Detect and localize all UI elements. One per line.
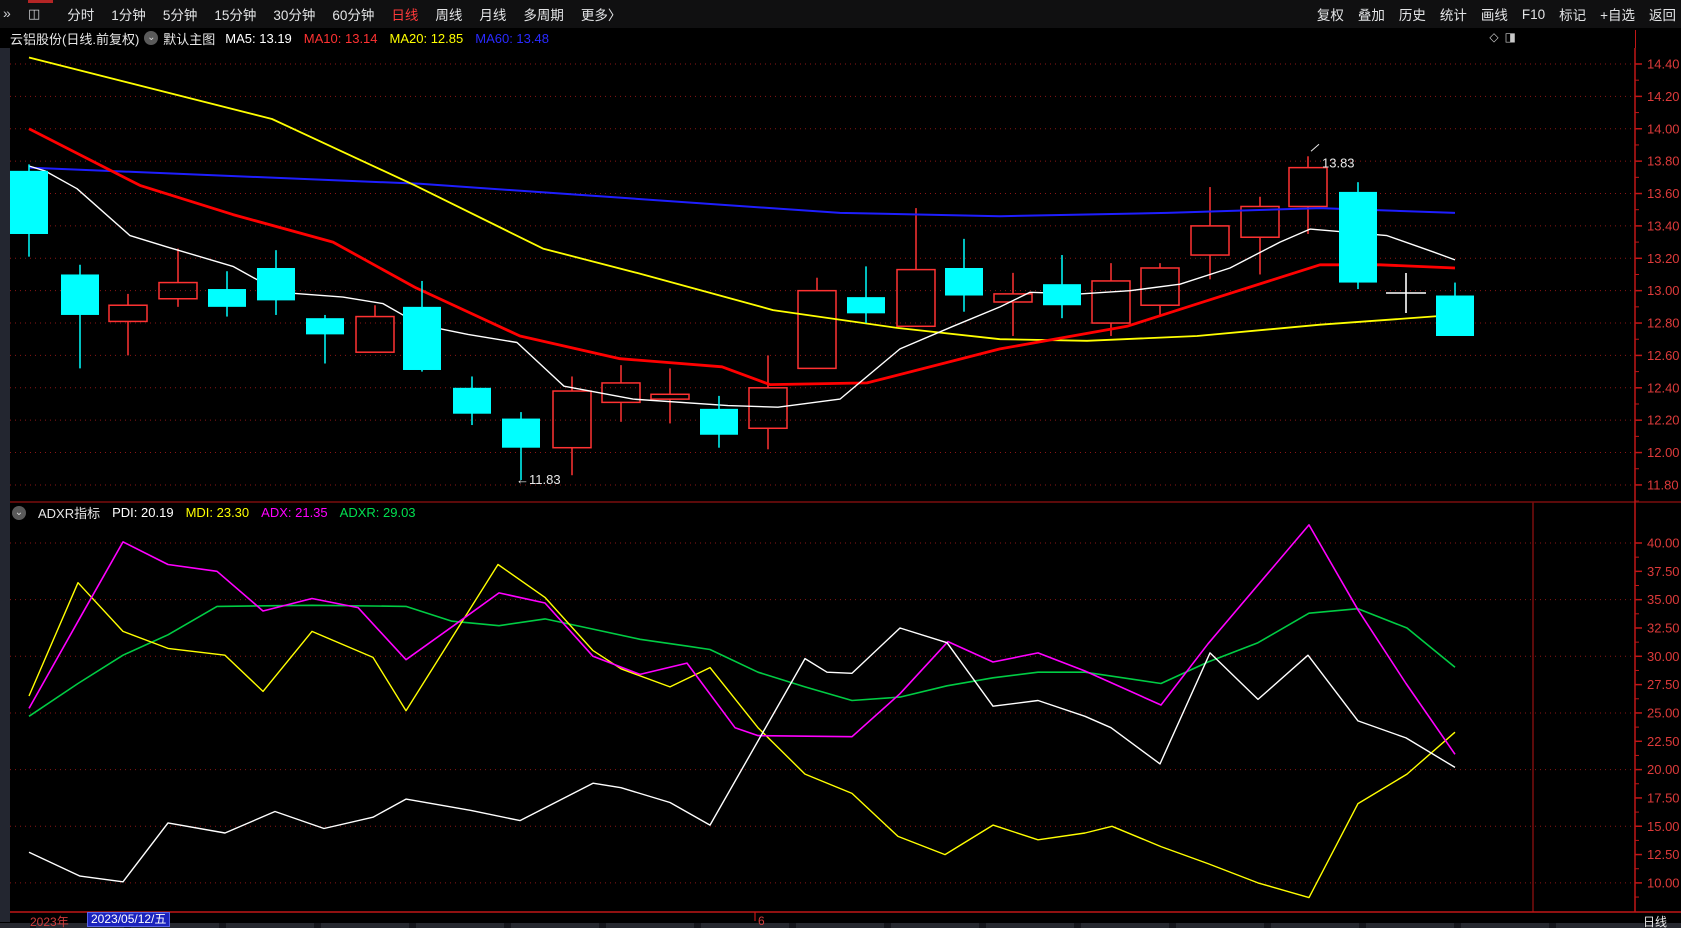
period-tabs: 分时 1分钟 5分钟 15分钟 30分钟 60分钟 日线 周线 月线 多周期 更多〉 — [67, 4, 621, 24]
toolbar-actions: 复权 叠加 历史 统计 画线 F10 标记 +自选 返回 — [1317, 0, 1676, 28]
indicator-chevron-icon[interactable]: ⌄ — [12, 505, 26, 520]
main-chart-svg: 14.40 14.20 14.00 13.80 13.60 13.40 13.20 13.00… — [0, 0, 1681, 928]
indicator-value-label: ADXR: 29.03 — [339, 505, 416, 520]
month-label: 6 — [758, 914, 765, 928]
y-axis-label: 13.00 — [1647, 283, 1680, 298]
candle-body-down — [1339, 191, 1377, 283]
toolbar-button-+自选[interactable]: +自选 — [1600, 4, 1635, 24]
y-axis-label: 14.00 — [1647, 121, 1680, 136]
candle-body-down — [10, 170, 48, 234]
y-axis-label: 10.00 — [1647, 875, 1680, 890]
split-view-icon[interactable]: ◨ — [1505, 30, 1516, 44]
y-axis-label: 32.50 — [1647, 620, 1680, 635]
toolbar-button-F10[interactable]: F10 — [1522, 7, 1545, 22]
period-tab-多周期[interactable]: 多周期 — [523, 4, 564, 24]
low-price-annotation: ←11.83 — [516, 472, 561, 487]
candle-body-down — [257, 267, 295, 301]
period-tab-月线[interactable]: 月线 — [479, 4, 506, 24]
y-axis-label: 12.80 — [1647, 316, 1680, 331]
candle-body-down — [208, 289, 246, 307]
candle-body-down — [847, 297, 885, 314]
y-axis-label: 14.40 — [1647, 57, 1680, 72]
candle-body-down — [61, 274, 99, 315]
info-row: 云铝股份(日线.前复权) ⌄ 默认主图 MA5: 13.19 MA10: 13.1… — [0, 28, 1681, 48]
candle-body-down — [453, 387, 491, 414]
period-tab-30分钟[interactable]: 30分钟 — [273, 4, 315, 24]
ma-label: MA10: 13.14 — [303, 30, 378, 46]
period-tab-日线[interactable]: 日线 — [391, 4, 418, 24]
y-axis-label: 40.00 — [1647, 536, 1680, 551]
indicator-value-label: ADX: 21.35 — [261, 505, 328, 520]
y-axis-label: 30.00 — [1647, 649, 1680, 664]
toolbar-button-叠加[interactable]: 叠加 — [1358, 4, 1385, 24]
y-axis-label: 27.50 — [1647, 677, 1680, 692]
y-axis-label: 12.50 — [1647, 847, 1680, 862]
toolbar-button-返回[interactable]: 返回 — [1649, 4, 1676, 24]
red-marker — [28, 0, 53, 3]
layout-view-icon[interactable]: ◫ — [28, 6, 40, 22]
diamond-icon[interactable]: ◇ — [1489, 30, 1498, 44]
y-axis-label: 12.40 — [1647, 380, 1680, 395]
toolbar-button-标记[interactable]: 标记 — [1559, 4, 1586, 24]
axis-line-top-segment — [1635, 30, 1636, 48]
candle-body-down — [945, 267, 983, 296]
candle-body-down — [1436, 295, 1474, 336]
y-axis-label: 14.20 — [1647, 89, 1680, 104]
y-axis-label: 12.00 — [1647, 445, 1680, 460]
indicator-row: ⌄ ADXR指标 PDI: 20.19 MDI: 23.30 ADX: 21.35 A… — [12, 504, 416, 521]
y-axis-label: 13.40 — [1647, 218, 1680, 233]
indicator-values: PDI: 20.19 MDI: 23.30 ADX: 21.35 ADXR: 29.0… — [112, 505, 415, 520]
y-axis-label: 20.00 — [1647, 762, 1680, 777]
period-tab-15分钟[interactable]: 15分钟 — [214, 4, 256, 24]
period-tab-5分钟[interactable]: 5分钟 — [163, 4, 198, 24]
toolbar-button-历史[interactable]: 历史 — [1399, 4, 1426, 24]
trading-app-window: { "toolbar": { "collapse_icon": "»", "vi… — [0, 0, 1681, 928]
bottom-axis: 2023年 2023/05/12/五 6 日线 — [0, 912, 1681, 928]
left-gutter[interactable] — [0, 48, 10, 922]
indicator-title[interactable]: ADXR指标 — [38, 503, 100, 522]
indicator-value-label: MDI: 23.30 — [185, 505, 250, 520]
collapse-panel-icon[interactable]: » — [3, 5, 11, 21]
year-label: 2023年 — [30, 915, 69, 928]
high-price-annotation: 13.83 — [1322, 155, 1355, 170]
y-axis-label: 12.60 — [1647, 348, 1680, 363]
period-tab-1分钟[interactable]: 1分钟 — [111, 4, 146, 24]
period-tab-周线[interactable]: 周线 — [435, 4, 462, 24]
indicator-value-label: PDI: 20.19 — [112, 505, 174, 520]
y-axis-label: 11.80 — [1647, 477, 1679, 492]
chart-layout-label[interactable]: 默认主图 — [163, 29, 215, 48]
info-row-icons: ◇ ◨ — [1489, 30, 1516, 44]
y-axis-label: 35.00 — [1647, 592, 1680, 607]
candle-body-down — [502, 418, 540, 448]
y-axis-label: 37.50 — [1647, 564, 1680, 579]
ma-label: MA5: 13.19 — [225, 30, 292, 46]
y-axis-label: 17.50 — [1647, 790, 1680, 805]
y-axis-label: 13.20 — [1647, 251, 1680, 266]
period-tab-60分钟[interactable]: 60分钟 — [332, 4, 374, 24]
ma-label: MA20: 12.85 — [389, 30, 464, 46]
period-tab-更多〉[interactable]: 更多〉 — [581, 4, 622, 24]
toolbar-button-统计[interactable]: 统计 — [1440, 4, 1467, 24]
period-tab-分时[interactable]: 分时 — [67, 4, 94, 24]
y-axis-label: 12.20 — [1647, 413, 1680, 428]
chevron-circle-icon[interactable]: ⌄ — [144, 31, 159, 45]
toolbar-button-画线[interactable]: 画线 — [1481, 4, 1508, 24]
y-axis-label: 13.80 — [1647, 154, 1680, 169]
toolbar-row: » ◫ 分时 1分钟 5分钟 15分钟 30分钟 60分钟 日线 周线 月线 多周期 更多〉 复权叠… — [0, 0, 1681, 28]
y-axis-label: 22.50 — [1647, 734, 1680, 749]
date-label[interactable]: 2023/05/12/五 — [87, 912, 171, 927]
candle-body-down — [700, 408, 738, 435]
candle-body-down — [1043, 284, 1081, 306]
candle-body-down — [306, 318, 344, 335]
y-axis-label: 25.00 — [1647, 705, 1680, 720]
y-axis-label: 15.00 — [1647, 819, 1680, 834]
period-label: 日线 — [1643, 915, 1668, 928]
candle-body-down — [403, 306, 441, 370]
ma-values: MA5: 13.19 MA10: 13.14 MA20: 12.85 MA60: 13… — [225, 31, 549, 46]
ma-label: MA60: 13.48 — [475, 30, 549, 46]
y-axis-label: 13.60 — [1647, 186, 1680, 201]
stock-title: 云铝股份(日线.前复权) — [10, 31, 140, 47]
toolbar-button-复权[interactable]: 复权 — [1317, 4, 1344, 24]
